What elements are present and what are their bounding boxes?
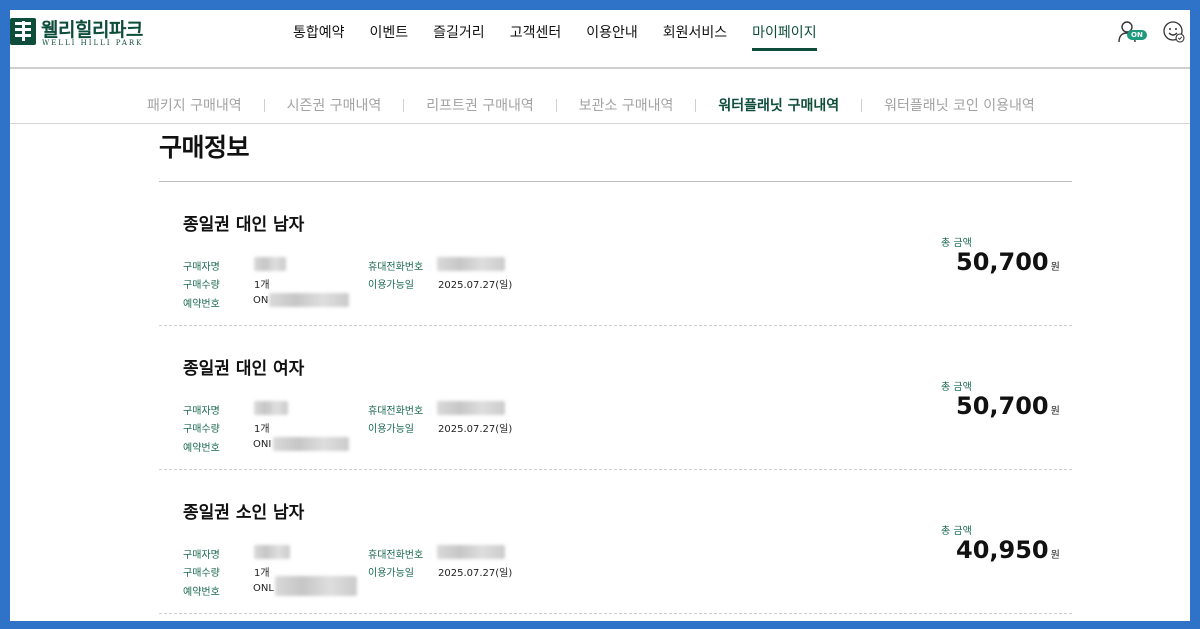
reservation-prefix: ON (253, 295, 269, 306)
quantity-value: 1개 (254, 568, 270, 579)
total-label: 총 금액 (941, 238, 972, 249)
subnav-tab-water-planet-coin[interactable]: 워터플래닛 코인 이용내역 (884, 95, 1035, 115)
usable-date-value: 2025.07.27(일) (438, 424, 513, 435)
buyer-name-redacted (254, 545, 290, 559)
phone-redacted (437, 401, 505, 415)
subnav-tab-storage[interactable]: 보관소 구매내역 (579, 95, 674, 115)
purchase-history-subnav: 패키지 구매내역 시즌권 구매내역 리프트권 구매내역 보관소 구매내역 워터플… (10, 69, 1190, 124)
subnav-separator (403, 98, 405, 112)
logo-text-en: WELLI HILLI PARK (42, 39, 144, 47)
buyer-label: 구매자명 (183, 550, 220, 561)
quantity-value: 1개 (254, 424, 270, 435)
reservation-prefix: ONI (253, 439, 272, 450)
usable-date-label: 이용가능일 (368, 424, 414, 435)
phone-redacted (437, 257, 505, 271)
order-card: 종일권 대인 남자 구매자명 구매수량 1개 예약번호 ON 휴대전화번호 이용… (159, 182, 1072, 326)
welli-hilli-logo[interactable]: 웰리힐리파크 WELLI HILLI PARK (10, 14, 144, 54)
subnav-tab-season-pass[interactable]: 시즌권 구매내역 (287, 95, 382, 115)
total-label: 총 금액 (941, 526, 972, 537)
login-on-badge: ON (1127, 30, 1147, 40)
currency-unit: 원 (1050, 406, 1060, 417)
top-header: 웰리힐리파크 WELLI HILLI PARK 통합예약 이벤트 즐길거리 고객… (10, 10, 1190, 67)
buyer-label: 구매자명 (183, 406, 220, 417)
total-amount: 50,700 원 (956, 392, 1060, 420)
usable-date-label: 이용가능일 (368, 568, 414, 579)
subnav-tab-lift-ticket[interactable]: 리프트권 구매내역 (426, 95, 534, 115)
phone-label: 휴대전화번호 (368, 406, 424, 417)
gnb-item-member-service[interactable]: 회원서비스 (663, 22, 727, 51)
gnb-item-mypage[interactable]: 마이페이지 (752, 22, 817, 51)
usable-date-value: 2025.07.27(일) (438, 568, 513, 579)
order-card: 종일권 소인 남자 구매자명 구매수량 1개 예약번호 ONL 휴대전화번호 이… (159, 470, 1072, 614)
gnb-item-customer-center[interactable]: 고객센터 (510, 22, 562, 51)
reservation-number-redacted (275, 576, 357, 596)
logo-mark-icon (10, 18, 36, 45)
total-label: 총 금액 (941, 382, 972, 393)
buyer-label: 구매자명 (183, 262, 220, 273)
smile-face-icon[interactable] (1162, 20, 1186, 44)
logo-text-ko: 웰리힐리파크 (41, 19, 143, 41)
quantity-label: 구매수량 (183, 280, 220, 291)
global-nav: 통합예약 이벤트 즐길거리 고객센터 이용안내 회원서비스 마이페이지 (293, 22, 842, 51)
reservation-number-redacted (273, 437, 349, 451)
product-name: 종일권 대인 남자 (183, 215, 305, 235)
phone-label: 휴대전화번호 (368, 262, 424, 273)
page-title: 구매정보 (159, 133, 250, 162)
subnav-separator (555, 98, 557, 112)
total-amount-value: 50,700 (956, 248, 1049, 276)
quantity-label: 구매수량 (183, 424, 220, 435)
currency-unit: 원 (1050, 262, 1060, 273)
phone-redacted (437, 545, 505, 559)
usable-date-value: 2025.07.27(일) (438, 280, 513, 291)
reservation-number-redacted (269, 293, 349, 307)
product-name: 종일권 대인 여자 (183, 359, 305, 379)
buyer-name-redacted (254, 257, 286, 271)
subnav-separator (695, 98, 697, 112)
subnav-separator (861, 98, 863, 112)
subnav-separator (263, 98, 265, 112)
usable-date-label: 이용가능일 (368, 280, 414, 291)
gnb-item-event[interactable]: 이벤트 (370, 22, 409, 51)
quantity-label: 구매수량 (183, 568, 220, 579)
subnav-divider (10, 123, 1190, 124)
reservation-label: 예약번호 (183, 587, 220, 598)
subnav-tab-water-planet[interactable]: 워터플래닛 구매내역 (718, 95, 839, 115)
gnb-item-activities[interactable]: 즐길거리 (433, 22, 485, 51)
total-amount-value: 40,950 (956, 536, 1049, 564)
total-amount: 40,950 원 (956, 536, 1060, 564)
reservation-label: 예약번호 (183, 299, 220, 310)
subnav-tab-package[interactable]: 패키지 구매내역 (147, 95, 242, 115)
gnb-item-guide[interactable]: 이용안내 (586, 22, 638, 51)
card-divider (159, 613, 1072, 614)
reservation-prefix: ONL (253, 583, 274, 594)
total-amount: 50,700 원 (956, 248, 1060, 276)
gnb-item-reservation[interactable]: 통합예약 (293, 22, 345, 51)
order-card: 종일권 대인 여자 구매자명 구매수량 1개 예약번호 ONI 휴대전화번호 이… (159, 326, 1072, 470)
currency-unit: 원 (1050, 550, 1060, 561)
product-name: 종일권 소인 남자 (183, 503, 305, 523)
buyer-name-redacted (254, 401, 288, 415)
phone-label: 휴대전화번호 (368, 550, 424, 561)
total-amount-value: 50,700 (956, 392, 1049, 420)
reservation-label: 예약번호 (183, 443, 220, 454)
quantity-value: 1개 (254, 280, 270, 291)
